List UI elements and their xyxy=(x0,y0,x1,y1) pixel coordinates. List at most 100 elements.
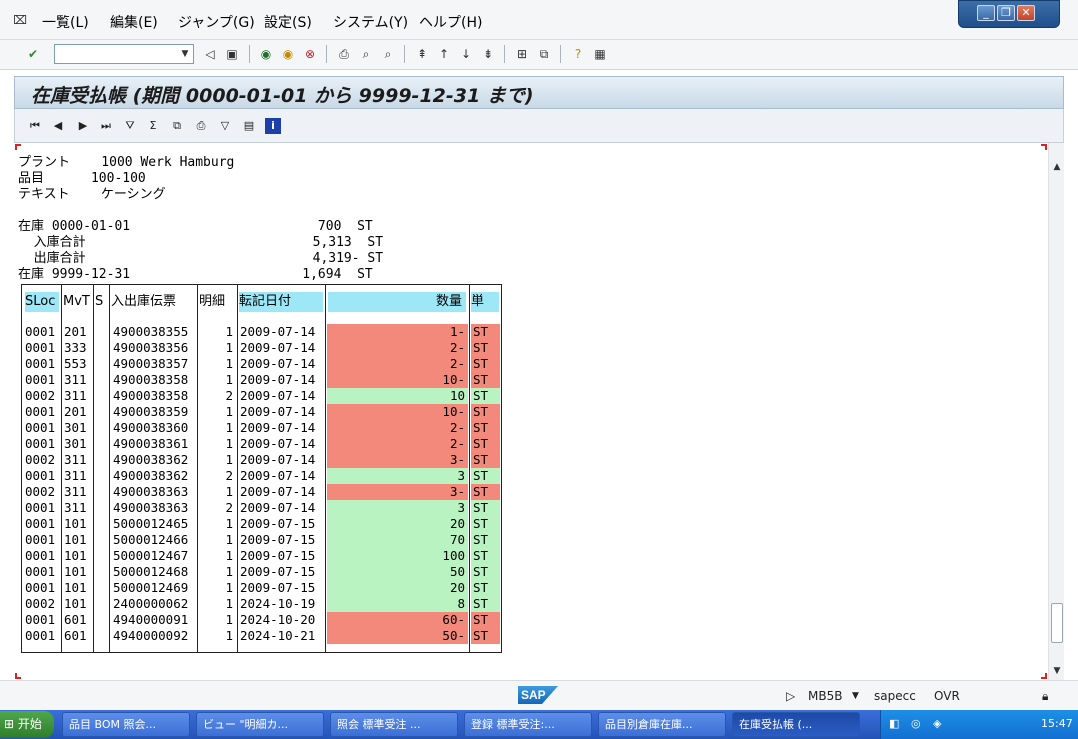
cell-item[interactable]: 2 xyxy=(199,468,236,484)
cell-quantity[interactable]: 20 xyxy=(327,516,468,532)
cell-s[interactable] xyxy=(95,484,108,500)
table-row[interactable]: 0002 311 4900038363 1 2009-07-14 3- ST xyxy=(22,484,501,500)
cell-item[interactable]: 1 xyxy=(199,324,236,340)
cell-s[interactable] xyxy=(95,596,108,612)
cell-posting-date[interactable]: 2009-07-14 xyxy=(240,436,324,452)
column-header-s[interactable]: S xyxy=(95,292,107,312)
cell-posting-date[interactable]: 2009-07-15 xyxy=(240,532,324,548)
chevron-down-icon[interactable]: ▼ xyxy=(852,691,859,701)
cell-item[interactable]: 1 xyxy=(199,516,236,532)
cell-quantity[interactable]: 8 xyxy=(327,596,468,612)
cell-sloc[interactable]: 0002 xyxy=(25,484,60,500)
cell-s[interactable] xyxy=(95,340,108,356)
cell-quantity[interactable]: 50 xyxy=(327,564,468,580)
cell-unit[interactable]: ST xyxy=(471,500,500,516)
cell-s[interactable] xyxy=(95,564,108,580)
cell-sloc[interactable]: 0001 xyxy=(25,516,60,532)
cell-unit[interactable]: ST xyxy=(471,388,500,404)
new-session-icon[interactable]: ⊞ xyxy=(514,46,530,62)
cell-mvt[interactable]: 201 xyxy=(64,324,92,340)
cell-sloc[interactable]: 0001 xyxy=(25,436,60,452)
cell-sloc[interactable]: 0001 xyxy=(25,500,60,516)
cell-mvt[interactable]: 301 xyxy=(64,420,92,436)
taskbar-window-stock-overview[interactable]: 品目別倉庫在庫... xyxy=(598,712,726,737)
cell-s[interactable] xyxy=(95,420,108,436)
cell-mvt[interactable]: 601 xyxy=(64,628,92,644)
cell-mvt[interactable]: 201 xyxy=(64,404,92,420)
table-row[interactable]: 0001 333 4900038356 1 2009-07-14 2- ST xyxy=(22,340,501,356)
exit-icon[interactable]: ◉ xyxy=(280,46,296,62)
cell-sloc[interactable]: 0002 xyxy=(25,452,60,468)
column-header-posting-date[interactable]: 転記日付 xyxy=(239,292,323,312)
table-row[interactable]: 0002 101 2400000062 1 2024-10-19 8 ST xyxy=(22,596,501,612)
menu-edit[interactable]: 編集(E) xyxy=(110,12,158,32)
cell-item[interactable]: 2 xyxy=(199,500,236,516)
cell-mvt[interactable]: 301 xyxy=(64,436,92,452)
cell-unit[interactable]: ST xyxy=(471,420,500,436)
cell-unit[interactable]: ST xyxy=(471,532,500,548)
cell-unit[interactable]: ST xyxy=(471,564,500,580)
shortcut-icon[interactable]: ⧉ xyxy=(536,46,552,62)
table-row[interactable]: 0001 101 5000012467 1 2009-07-15 100 ST xyxy=(22,548,501,564)
cell-item[interactable]: 1 xyxy=(199,628,236,644)
cell-quantity[interactable]: 10- xyxy=(327,404,468,420)
menu-help[interactable]: ヘルプ(H) xyxy=(419,12,482,32)
previous-icon[interactable]: ◀ xyxy=(50,118,66,134)
tray-icon[interactable]: ◎ xyxy=(911,717,921,730)
last-page-icon[interactable]: ⇟ xyxy=(480,46,496,62)
table-row[interactable]: 0001 301 4900038361 1 2009-07-14 2- ST xyxy=(22,436,501,452)
cell-s[interactable] xyxy=(95,628,108,644)
taskbar-window-stock-ledger[interactable]: 在庫受払帳 (... xyxy=(732,712,860,737)
cell-quantity[interactable]: 3- xyxy=(327,452,468,468)
table-row[interactable]: 0002 311 4900038362 1 2009-07-14 3- ST xyxy=(22,452,501,468)
cell-document[interactable]: 4900038358 xyxy=(113,372,196,388)
cell-quantity[interactable]: 100 xyxy=(327,548,468,564)
cell-document[interactable]: 5000012468 xyxy=(113,564,196,580)
cell-unit[interactable]: ST xyxy=(471,452,500,468)
back-icon[interactable]: ◉ xyxy=(258,46,274,62)
find-icon[interactable]: ⌕ xyxy=(358,46,374,62)
cell-document[interactable]: 5000012467 xyxy=(113,548,196,564)
cell-quantity[interactable]: 2- xyxy=(327,340,468,356)
cell-s[interactable] xyxy=(95,388,108,404)
cell-s[interactable] xyxy=(95,500,108,516)
previous-page-icon[interactable]: ↑ xyxy=(436,46,452,62)
layout-menu-icon[interactable]: ▦ xyxy=(592,46,608,62)
table-row[interactable]: 0001 311 4900038358 1 2009-07-14 10- ST xyxy=(22,372,501,388)
cell-unit[interactable]: ST xyxy=(471,484,500,500)
cell-posting-date[interactable]: 2009-07-14 xyxy=(240,388,324,404)
cell-unit[interactable]: ST xyxy=(471,628,500,644)
cell-quantity[interactable]: 3- xyxy=(327,484,468,500)
cell-sloc[interactable]: 0001 xyxy=(25,532,60,548)
cell-sloc[interactable]: 0001 xyxy=(25,612,60,628)
column-header-mvt[interactable]: MvT xyxy=(63,292,91,312)
cell-item[interactable]: 1 xyxy=(199,452,236,468)
minimize-button[interactable]: _ xyxy=(977,5,995,21)
column-header-quantity[interactable]: 数量 xyxy=(328,292,466,312)
cell-document[interactable]: 4900038362 xyxy=(113,452,196,468)
cell-document[interactable]: 4900038362 xyxy=(113,468,196,484)
table-row[interactable]: 0001 311 4900038363 2 2009-07-14 3 ST xyxy=(22,500,501,516)
cell-unit[interactable]: ST xyxy=(471,516,500,532)
cell-document[interactable]: 5000012465 xyxy=(113,516,196,532)
table-row[interactable]: 0001 201 4900038355 1 2009-07-14 1- ST xyxy=(22,324,501,340)
close-button[interactable]: ✕ xyxy=(1017,5,1035,21)
cell-unit[interactable]: ST xyxy=(471,404,500,420)
cell-item[interactable]: 1 xyxy=(199,596,236,612)
cell-item[interactable]: 1 xyxy=(199,404,236,420)
table-row[interactable]: 0001 601 4940000091 1 2024-10-20 60- ST xyxy=(22,612,501,628)
cell-mvt[interactable]: 333 xyxy=(64,340,92,356)
cell-unit[interactable]: ST xyxy=(471,548,500,564)
cell-item[interactable]: 1 xyxy=(199,420,236,436)
save-icon[interactable]: ▣ xyxy=(224,46,240,62)
cell-document[interactable]: 4900038357 xyxy=(113,356,196,372)
cell-item[interactable]: 1 xyxy=(199,580,236,596)
cell-mvt[interactable]: 311 xyxy=(64,500,92,516)
table-row[interactable]: 0001 101 5000012468 1 2009-07-15 50 ST xyxy=(22,564,501,580)
cell-posting-date[interactable]: 2009-07-14 xyxy=(240,340,324,356)
cell-document[interactable]: 5000012466 xyxy=(113,532,196,548)
first-icon[interactable]: ⏮ xyxy=(27,118,43,134)
taskbar-window-create-order[interactable]: 登録 標準受注:... xyxy=(464,712,592,737)
cell-document[interactable]: 4940000092 xyxy=(113,628,196,644)
menu-window-icon[interactable]: ⌧ xyxy=(12,12,28,28)
